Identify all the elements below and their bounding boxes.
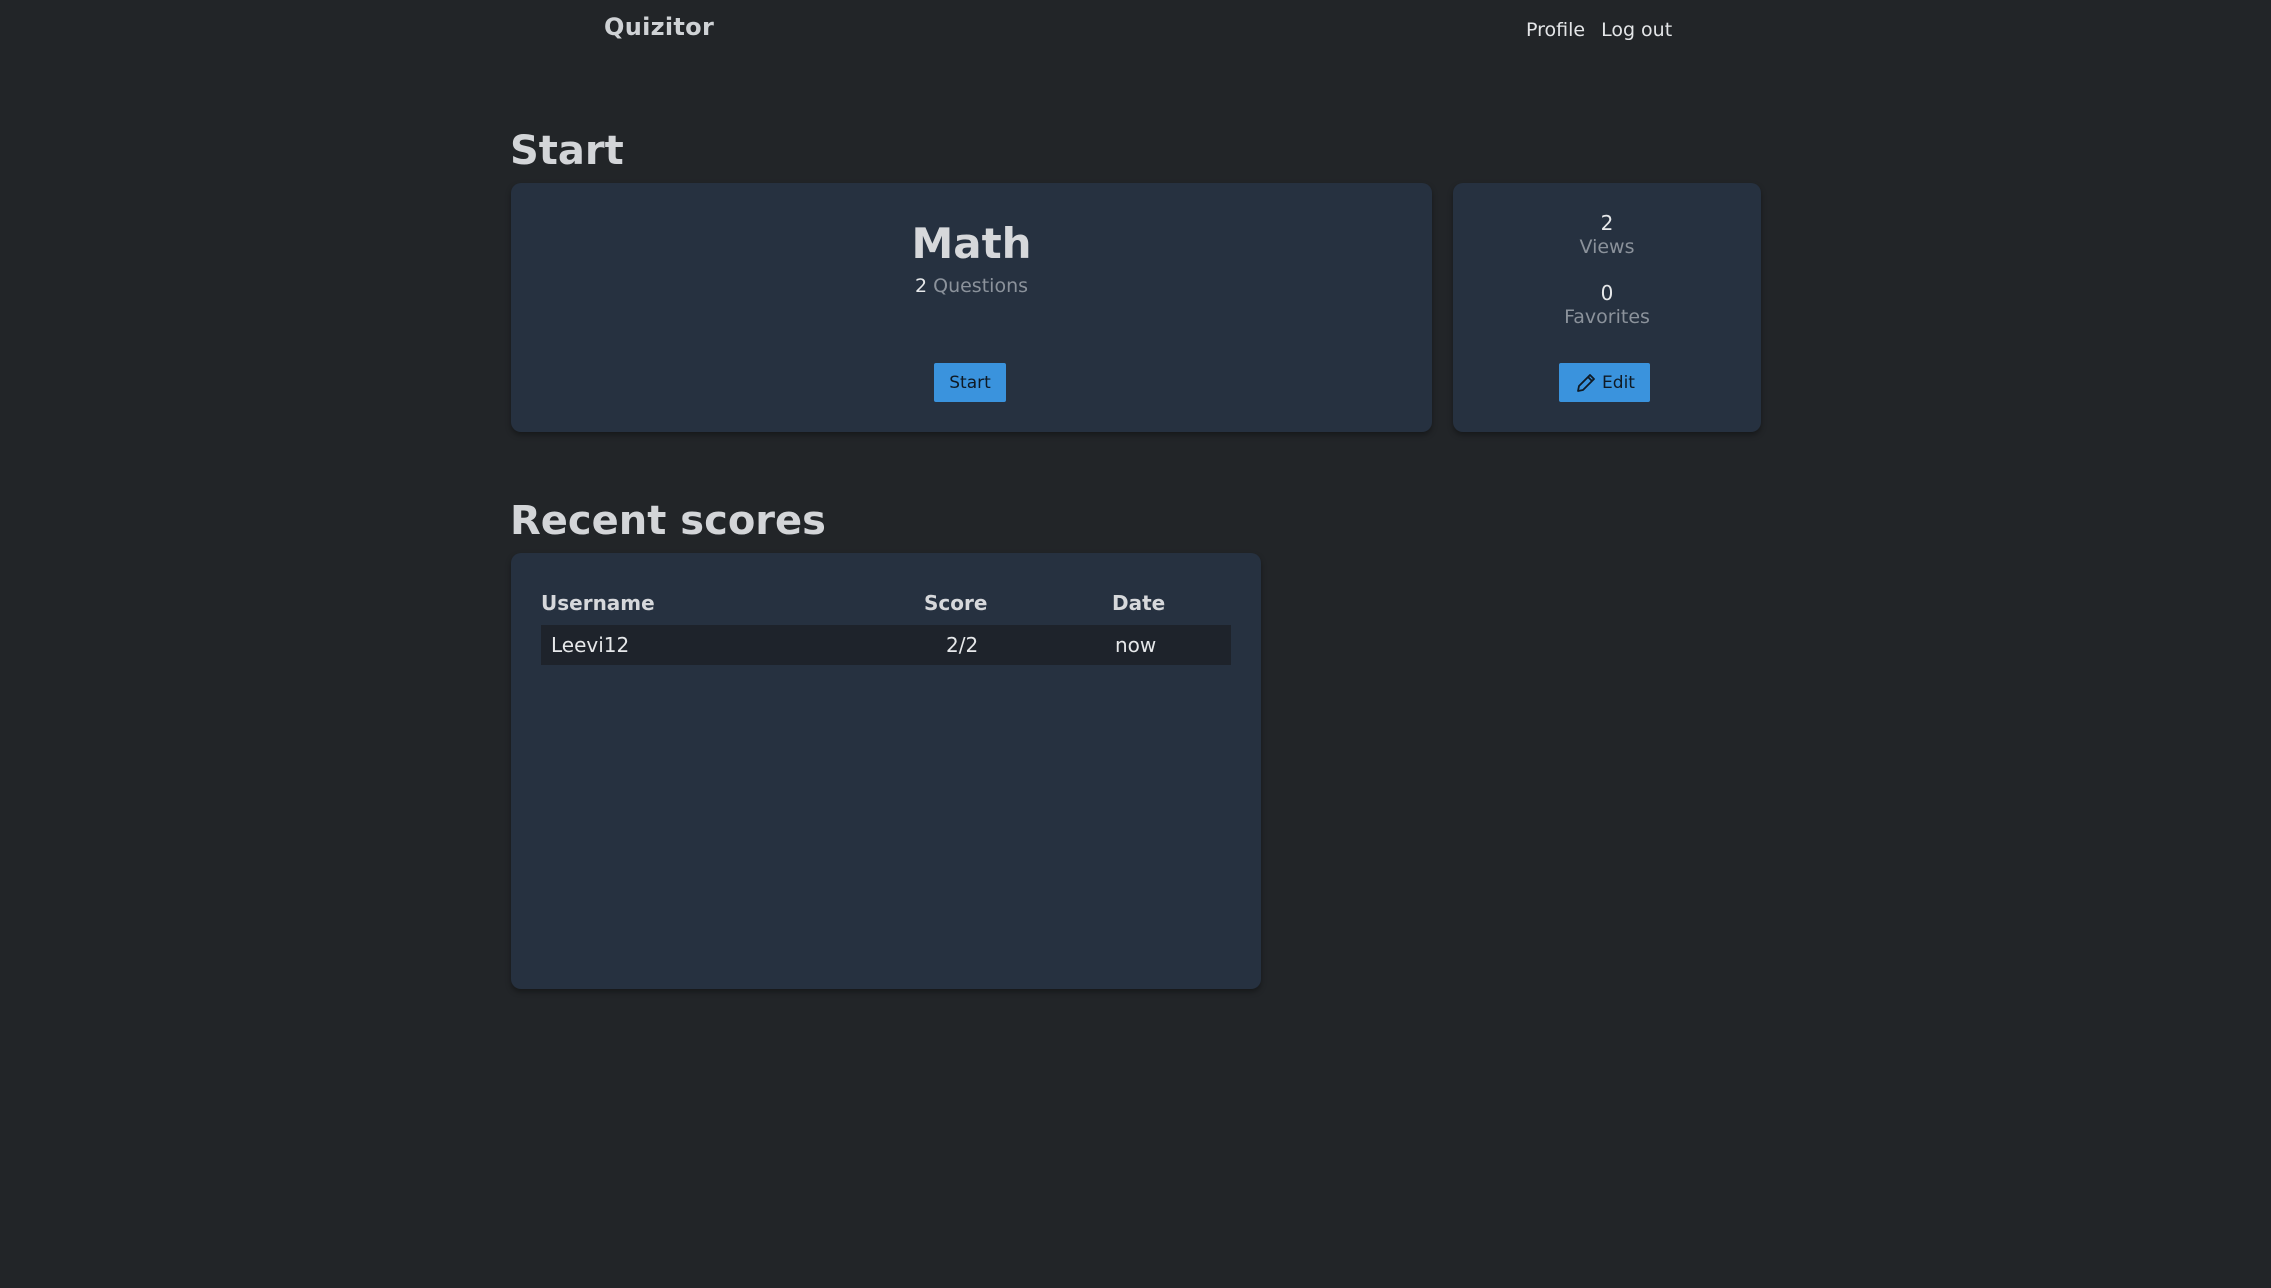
- nav-profile-link[interactable]: Profile: [1526, 19, 1585, 41]
- views-label: Views: [1579, 236, 1635, 258]
- row-score: 2/2: [946, 633, 979, 657]
- start-quiz-button[interactable]: Start: [934, 363, 1006, 402]
- brand-logo[interactable]: Quizitor: [604, 13, 714, 41]
- score-column-header: Score: [924, 591, 988, 615]
- views-count: 2: [1600, 211, 1614, 235]
- edit-button-label: Edit: [1602, 372, 1635, 393]
- recent-scores-card: Username Score Date Leevi12 2/2 now: [511, 553, 1261, 989]
- date-column-header: Date: [1112, 591, 1166, 615]
- quiz-question-count: 2 Questions: [511, 275, 1432, 297]
- favorites-count: 0: [1600, 281, 1614, 305]
- row-username: Leevi12: [551, 633, 630, 657]
- username-column-header: Username: [541, 591, 655, 615]
- row-date: now: [1115, 633, 1157, 657]
- quiz-name: Math: [911, 219, 1032, 268]
- edit-quiz-button[interactable]: Edit: [1559, 363, 1650, 402]
- recent-scores-heading: Recent scores: [510, 498, 826, 544]
- pencil-icon: [1577, 373, 1595, 392]
- nav-links: Profile Log out: [1526, 19, 1672, 41]
- start-heading: Start: [510, 128, 624, 174]
- question-count-label: Questions: [933, 275, 1029, 297]
- quiz-card: Math 2 Questions Start: [511, 183, 1432, 432]
- page: Quizitor Profile Log out Start Math 2 Qu…: [0, 0, 2271, 1288]
- favorites-label: Favorites: [1564, 306, 1650, 328]
- question-count-value: 2: [914, 275, 928, 297]
- nav-logout-link[interactable]: Log out: [1601, 19, 1672, 41]
- table-header: Username Score Date: [541, 583, 1231, 621]
- quiz-stats-card: 2 Views 0 Favorites Edit: [1453, 183, 1761, 432]
- scores-table: Username Score Date Leevi12 2/2 now: [541, 583, 1231, 665]
- table-row: Leevi12 2/2 now: [541, 625, 1231, 665]
